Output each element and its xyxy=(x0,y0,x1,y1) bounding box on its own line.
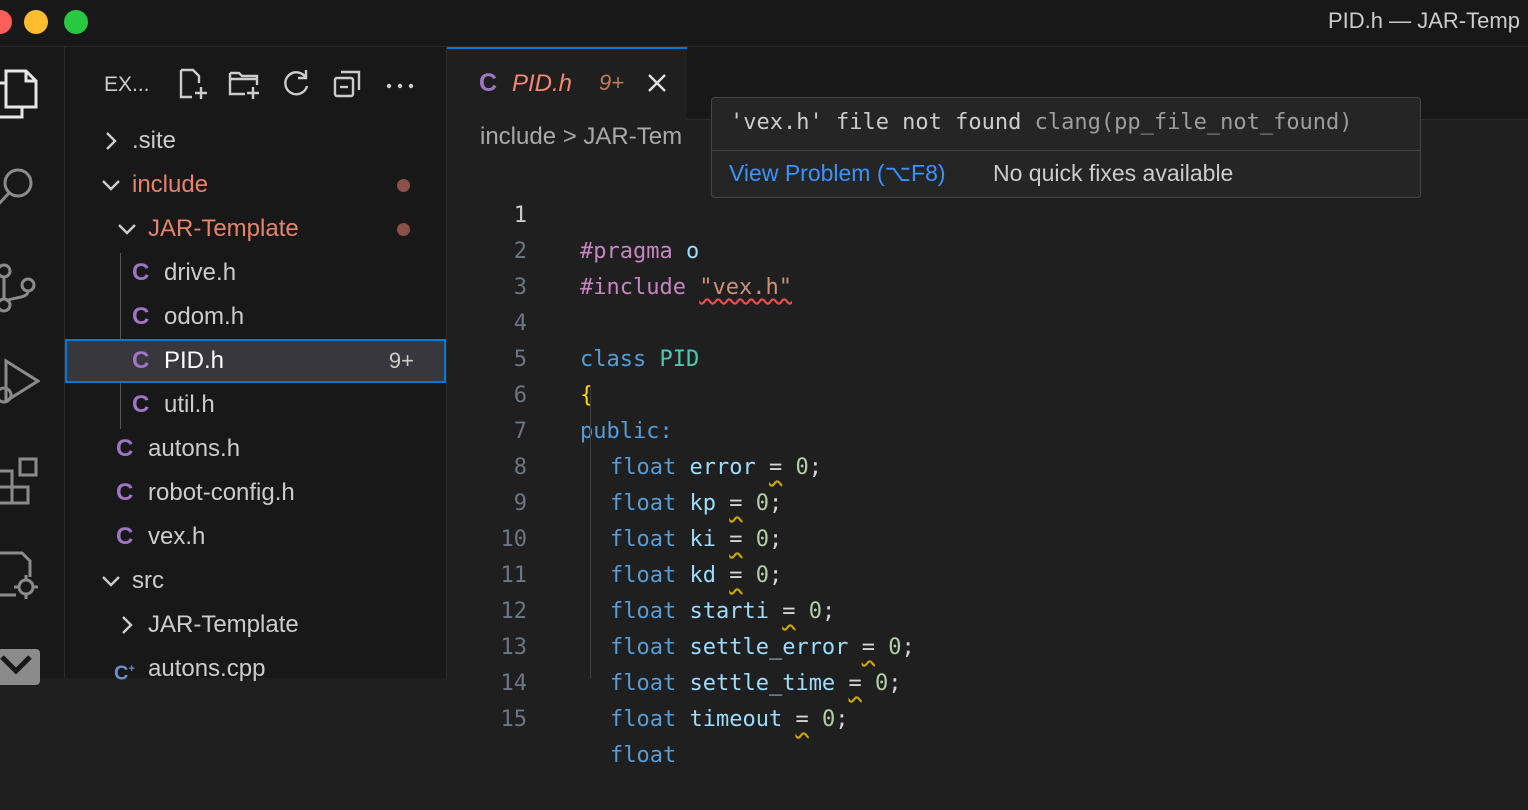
tree-file-odom-h[interactable]: C odom.h xyxy=(65,295,446,339)
field-value: 0 xyxy=(821,707,836,732)
c-file-icon: C xyxy=(132,259,150,286)
c-file-icon: C xyxy=(132,391,150,418)
tab-label: PID.h xyxy=(512,70,573,97)
explorer-sidebar: EX... .site include JAR-Template C drive… xyxy=(65,47,447,685)
minimize-window-button[interactable] xyxy=(24,10,48,34)
breadcrumb[interactable]: include > JAR-Tem xyxy=(480,123,682,151)
tree-label: JAR-Template xyxy=(148,611,299,638)
tree-label: odom.h xyxy=(164,303,245,330)
code-line: 4 class PID xyxy=(447,270,1528,372)
window-title: PID.h — JAR-Temp xyxy=(1328,8,1520,33)
cpp-settings-icon[interactable] xyxy=(0,549,40,599)
tree-label: drive.h xyxy=(164,259,237,286)
c-file-icon: C xyxy=(132,303,150,330)
chevron-down-icon xyxy=(99,559,123,603)
source-control-icon[interactable] xyxy=(0,261,40,313)
modified-indicator xyxy=(397,179,410,192)
code-line: 14 float timeout = 0; xyxy=(447,630,1528,732)
code-line: 6 public: xyxy=(447,342,1528,444)
new-folder-icon[interactable] xyxy=(227,67,263,103)
tree-file-autons-cpp[interactable]: C+ autons.cpp xyxy=(65,647,446,691)
tree-label: PID.h xyxy=(164,347,225,374)
field-type: float xyxy=(610,707,677,732)
tab-problem-badge: 9+ xyxy=(599,70,625,95)
tree-file-util-h[interactable]: C util.h xyxy=(65,383,446,427)
problem-count-badge: 9+ xyxy=(388,348,414,373)
close-icon[interactable] xyxy=(645,71,669,95)
code-line: 8 float kp = 0; xyxy=(447,414,1528,516)
tree-label: robot-config.h xyxy=(148,479,295,506)
c-file-icon: C xyxy=(479,69,498,97)
cpp-file-icon: C+ xyxy=(114,662,135,685)
refresh-icon[interactable] xyxy=(279,67,315,103)
code-line: 5 { xyxy=(447,306,1528,408)
tree-label: .site xyxy=(132,127,177,154)
chevron-right-icon xyxy=(99,119,123,163)
field-name: timeout xyxy=(689,707,783,732)
vex-icon[interactable] xyxy=(0,645,40,693)
activity-bar xyxy=(0,47,65,685)
modified-indicator xyxy=(397,223,410,236)
tree-folder-src-jar-template[interactable]: JAR-Template xyxy=(65,603,446,647)
tree-folder-src[interactable]: src xyxy=(65,559,446,603)
code-line: 7 float error = 0; xyxy=(447,378,1528,480)
tree-label: autons.cpp xyxy=(148,655,266,682)
chevron-right-icon xyxy=(115,603,139,647)
c-file-icon: C xyxy=(116,479,134,506)
line-number: 15 xyxy=(500,707,528,732)
tree-label: JAR-Template xyxy=(148,215,299,242)
code-line: 3 xyxy=(447,234,1528,300)
tree-label: vex.h xyxy=(148,523,206,550)
tab-pid-h[interactable]: C PID.h 9+ xyxy=(447,47,687,122)
tree-file-pid-h[interactable]: C PID.h 9+ xyxy=(65,339,446,383)
code-line: 13 float settle_time = 0; xyxy=(447,594,1528,696)
hover-message: 'vex.h' file not found clang(pp_file_not… xyxy=(730,110,1353,135)
field-type: float xyxy=(610,743,677,768)
collapse-all-icon[interactable] xyxy=(331,67,367,103)
tree-label: util.h xyxy=(164,391,215,418)
chevron-down-icon xyxy=(115,207,139,251)
explorer-header: EX... xyxy=(65,61,446,105)
problem-hover-tooltip: 'vex.h' file not found clang(pp_file_not… xyxy=(711,97,1421,198)
error-source: clang(pp_file_not_found) xyxy=(1034,110,1353,135)
zoom-window-button[interactable] xyxy=(64,10,88,34)
search-icon[interactable] xyxy=(0,163,40,211)
close-window-button[interactable] xyxy=(0,10,12,34)
code-line: 12 float settle_error = 0; xyxy=(447,558,1528,660)
c-file-icon: C xyxy=(116,523,134,550)
tree-folder-include[interactable]: include xyxy=(65,163,446,207)
more-icon[interactable] xyxy=(383,67,419,103)
explorer-icon[interactable] xyxy=(0,67,40,119)
title-bar: PID.h — JAR-Temp xyxy=(0,0,1528,47)
indent-guide xyxy=(590,385,591,678)
error-message: 'vex.h' file not found xyxy=(730,110,1022,135)
chevron-down-icon xyxy=(99,163,123,207)
tree-label: autons.h xyxy=(148,435,241,462)
tree-label: include xyxy=(132,171,209,198)
extensions-icon[interactable] xyxy=(0,453,40,505)
tree-folder-site[interactable]: .site xyxy=(65,119,446,163)
tree-file-robot-config-h[interactable]: C robot-config.h xyxy=(65,471,446,515)
tree-folder-jar-template[interactable]: JAR-Template xyxy=(65,207,446,251)
tree-file-vex-h[interactable]: C vex.h xyxy=(65,515,446,559)
c-file-icon: C xyxy=(116,435,134,462)
code-line: 11 float starti = 0; xyxy=(447,522,1528,624)
explorer-title: EX... xyxy=(104,73,150,96)
code-line: 9 float ki = 0; xyxy=(447,450,1528,552)
new-file-icon[interactable] xyxy=(175,67,211,103)
code-line: 2 #include "vex.h" xyxy=(447,198,1528,300)
no-quick-fixes-text: No quick fixes available xyxy=(993,160,1234,186)
c-file-icon: C xyxy=(132,347,150,374)
code-line: 10 float kd = 0; xyxy=(447,486,1528,588)
view-problem-link[interactable]: View Problem (⌥F8) xyxy=(729,160,946,187)
tree-file-drive-h[interactable]: C drive.h xyxy=(65,251,446,295)
hover-divider xyxy=(712,150,1420,151)
run-debug-icon[interactable] xyxy=(0,355,41,404)
code-line: 15 float xyxy=(447,666,1528,768)
tree-label: src xyxy=(132,567,164,594)
tree-file-autons-h[interactable]: C autons.h xyxy=(65,427,446,471)
